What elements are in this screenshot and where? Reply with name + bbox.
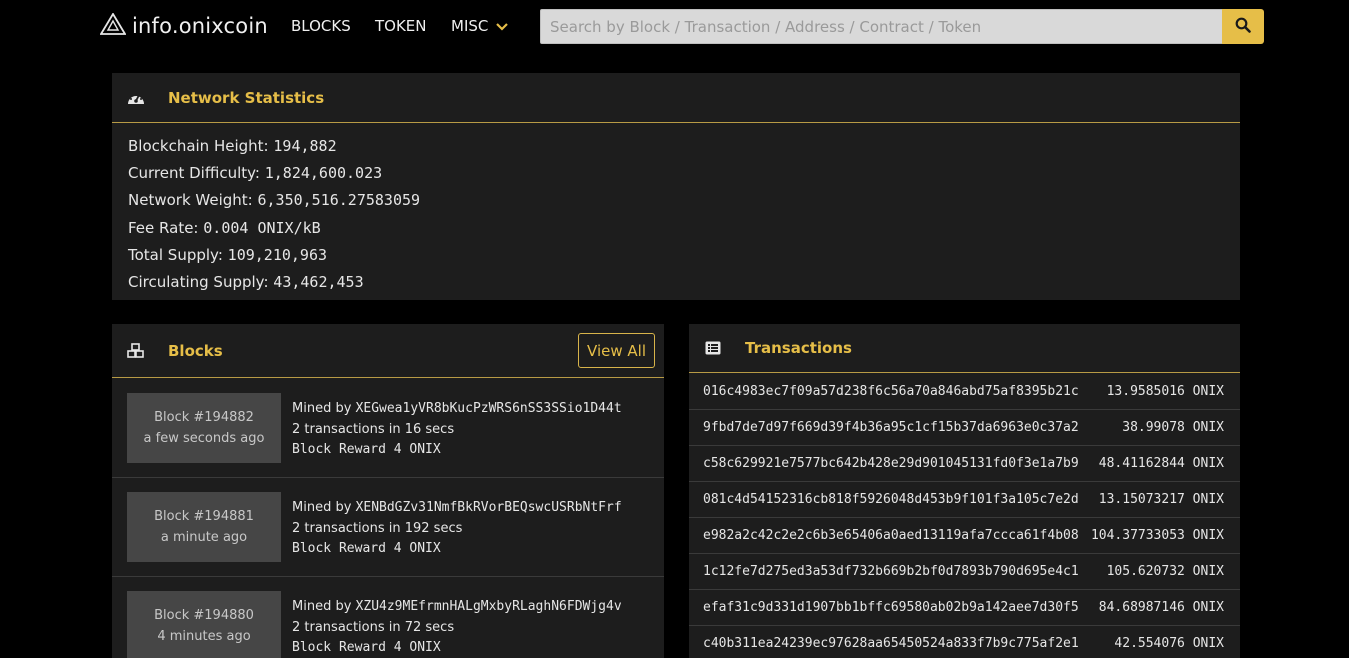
- blocks-title: Blocks: [168, 341, 223, 360]
- view-all-blocks-button[interactable]: View All: [578, 333, 655, 368]
- search-input[interactable]: [540, 9, 1224, 44]
- stat-label: Circulating Supply:: [128, 273, 269, 292]
- tx-amount: 38.99078 ONIX: [1122, 420, 1224, 435]
- transaction-row: 081c4d54152316cb818f5926048d453b9f101f3a…: [689, 482, 1240, 518]
- block-tx-info: 2 transactions in 192 secs: [292, 520, 463, 536]
- stat-value: 6,350,516.27583059: [257, 191, 421, 210]
- tx-amount: 42.554076 ONIX: [1114, 636, 1224, 651]
- tx-amount: 48.41162844 ONIX: [1098, 456, 1224, 471]
- stat-label: Fee Rate:: [128, 218, 199, 237]
- transaction-row: c58c629921e7577bc642b428e29d901045131fd0…: [689, 446, 1240, 482]
- network-statistics-card: Network Statistics Blockchain Height: 19…: [112, 73, 1240, 300]
- stat-label: Blockchain Height:: [128, 137, 269, 155]
- stat-value: 109,210,963: [227, 245, 328, 264]
- blocks-card: Blocks View All Block #194882 a few seco…: [112, 324, 664, 658]
- mined-by-label: Mined by: [292, 401, 352, 416]
- tx-amount: 13.15073217 ONIX: [1098, 492, 1224, 507]
- block-list-item: Block #194881 a minute ago Mined by XENB…: [112, 478, 664, 577]
- block-age: 4 minutes ago: [157, 629, 251, 644]
- block-tx-info: 2 transactions in 16 secs: [292, 421, 455, 437]
- miner-address-link[interactable]: XENBdGZv31NmfBkRVorBEQswcUSRbNtFrf: [356, 500, 622, 515]
- transactions-header: Transactions: [689, 324, 1240, 373]
- block-list-item: Block #194880 4 minutes ago Mined by XZU…: [112, 577, 664, 658]
- onix-logo-icon: [99, 12, 127, 39]
- stat-value: 43,462,453: [273, 273, 364, 292]
- network-statistics-body: Blockchain Height: 194,882 Current Diffi…: [112, 123, 1240, 296]
- transactions-title: Transactions: [745, 339, 852, 357]
- block-number-link[interactable]: Block #194882: [127, 407, 281, 428]
- block-details: Mined by XEGwea1yVR8bKucPzWRS6nSS3SSio1D…: [292, 399, 622, 461]
- tx-hash-link[interactable]: c40b311ea24239ec97628aa65450524a833f7b9c…: [703, 636, 1083, 651]
- tx-amount: 104.37733053 ONIX: [1090, 528, 1224, 543]
- tx-hash-link[interactable]: efaf31c9d331d1907bb1bffc69580ab02b9a142a…: [703, 600, 1083, 615]
- transaction-row: 1c12fe7d275ed3a53df732b669b2bf0d7893b790…: [689, 554, 1240, 590]
- tx-hash-link[interactable]: e982a2c42c2e2c6b3e65406a0aed13119afa7ccc…: [703, 528, 1083, 543]
- mined-by-label: Mined by: [292, 599, 352, 614]
- block-summary-box[interactable]: Block #194882 a few seconds ago: [127, 393, 281, 463]
- transaction-row: c40b311ea24239ec97628aa65450524a833f7b9c…: [689, 626, 1240, 658]
- stat-value: 1,824,600.023: [264, 164, 383, 183]
- block-age: a minute ago: [160, 530, 248, 545]
- stat-network-weight: Network Weight: 6,350,516.27583059: [128, 187, 1224, 214]
- stat-current-difficulty: Current Difficulty: 1,824,600.023: [128, 160, 1224, 187]
- stat-value: 194,882: [273, 137, 337, 155]
- stat-label: Network Weight:: [128, 191, 253, 210]
- nav-link-blocks[interactable]: BLOCKS: [291, 17, 351, 35]
- nav-link-misc[interactable]: MISC: [451, 17, 509, 35]
- stat-value: 0.004 ONIX/kB: [203, 218, 321, 237]
- block-reward: Block Reward 4 ONIX: [292, 442, 441, 457]
- stat-blockchain-height: Blockchain Height: 194,882: [128, 133, 1224, 160]
- block-summary-box[interactable]: Block #194880 4 minutes ago: [127, 591, 281, 658]
- transaction-row: efaf31c9d331d1907bb1bffc69580ab02b9a142a…: [689, 590, 1240, 626]
- block-details: Mined by XENBdGZv31NmfBkRVorBEQswcUSRbNt…: [292, 498, 622, 560]
- search-button[interactable]: [1222, 9, 1264, 44]
- brand-name: info.onixcoin: [132, 14, 268, 38]
- transaction-row: 9fbd7de7d97f669d39f4b36a95c1cf15b37da696…: [689, 410, 1240, 446]
- block-miner-line: Mined by XZU4z9MEfrmnHALgMxbyRLaghN6FDWj…: [292, 597, 622, 618]
- stat-label: Current Difficulty:: [128, 164, 260, 183]
- stat-label: Total Supply:: [128, 245, 223, 264]
- block-miner-line: Mined by XENBdGZv31NmfBkRVorBEQswcUSRbNt…: [292, 498, 622, 519]
- blocks-header: Blocks View All: [112, 324, 664, 378]
- stat-total-supply: Total Supply: 109,210,963: [128, 242, 1224, 269]
- tx-amount: 105.620732 ONIX: [1106, 564, 1224, 579]
- block-summary-box[interactable]: Block #194881 a minute ago: [127, 492, 281, 562]
- tx-hash-link[interactable]: 081c4d54152316cb818f5926048d453b9f101f3a…: [703, 492, 1083, 507]
- speedometer-icon: [126, 88, 146, 108]
- block-miner-line: Mined by XEGwea1yVR8bKucPzWRS6nSS3SSio1D…: [292, 399, 622, 420]
- mined-by-label: Mined by: [292, 500, 352, 515]
- block-details: Mined by XZU4z9MEfrmnHALgMxbyRLaghN6FDWj…: [292, 597, 622, 658]
- network-statistics-title: Network Statistics: [168, 88, 325, 107]
- block-number-link[interactable]: Block #194881: [127, 506, 281, 527]
- block-number-link[interactable]: Block #194880: [127, 605, 281, 626]
- miner-address-link[interactable]: XEGwea1yVR8bKucPzWRS6nSS3SSio1D44t: [356, 401, 622, 416]
- block-tx-info: 2 transactions in 72 secs: [292, 619, 455, 635]
- tx-amount: 13.9585016 ONIX: [1106, 384, 1224, 399]
- list-icon: [703, 338, 723, 358]
- tx-hash-link[interactable]: 1c12fe7d275ed3a53df732b669b2bf0d7893b790…: [703, 564, 1083, 579]
- stat-fee-rate: Fee Rate: 0.004 ONIX/kB: [128, 215, 1224, 242]
- block-age: a few seconds ago: [143, 431, 265, 446]
- brand-logo-link[interactable]: info.onixcoin: [99, 12, 268, 39]
- tx-hash-link[interactable]: c58c629921e7577bc642b428e29d901045131fd0…: [703, 456, 1083, 471]
- transactions-card: Transactions 016c4983ec7f09a57d238f6c56a…: [689, 324, 1240, 658]
- tx-amount: 84.68987146 ONIX: [1098, 600, 1224, 615]
- block-reward: Block Reward 4 ONIX: [292, 640, 441, 655]
- network-statistics-header: Network Statistics: [112, 73, 1240, 123]
- block-list-item: Block #194882 a few seconds ago Mined by…: [112, 379, 664, 478]
- search-icon: [1235, 17, 1251, 36]
- top-navbar: info.onixcoin BLOCKS TOKEN MISC: [0, 0, 1349, 56]
- block-reward: Block Reward 4 ONIX: [292, 541, 441, 556]
- transaction-row: 016c4983ec7f09a57d238f6c56a70a846abd75af…: [689, 374, 1240, 410]
- chevron-down-icon: [496, 17, 509, 35]
- stat-circulating-supply: Circulating Supply: 43,462,453: [128, 269, 1224, 296]
- cubes-icon: [126, 341, 146, 361]
- transaction-row: e982a2c42c2e2c6b3e65406a0aed13119afa7ccc…: [689, 518, 1240, 554]
- tx-hash-link[interactable]: 9fbd7de7d97f669d39f4b36a95c1cf15b37da696…: [703, 420, 1083, 435]
- nav-link-token[interactable]: TOKEN: [375, 17, 427, 35]
- miner-address-link[interactable]: XZU4z9MEfrmnHALgMxbyRLaghN6FDWjg4v: [356, 599, 622, 614]
- nav-link-misc-label: MISC: [451, 17, 489, 35]
- tx-hash-link[interactable]: 016c4983ec7f09a57d238f6c56a70a846abd75af…: [703, 384, 1083, 399]
